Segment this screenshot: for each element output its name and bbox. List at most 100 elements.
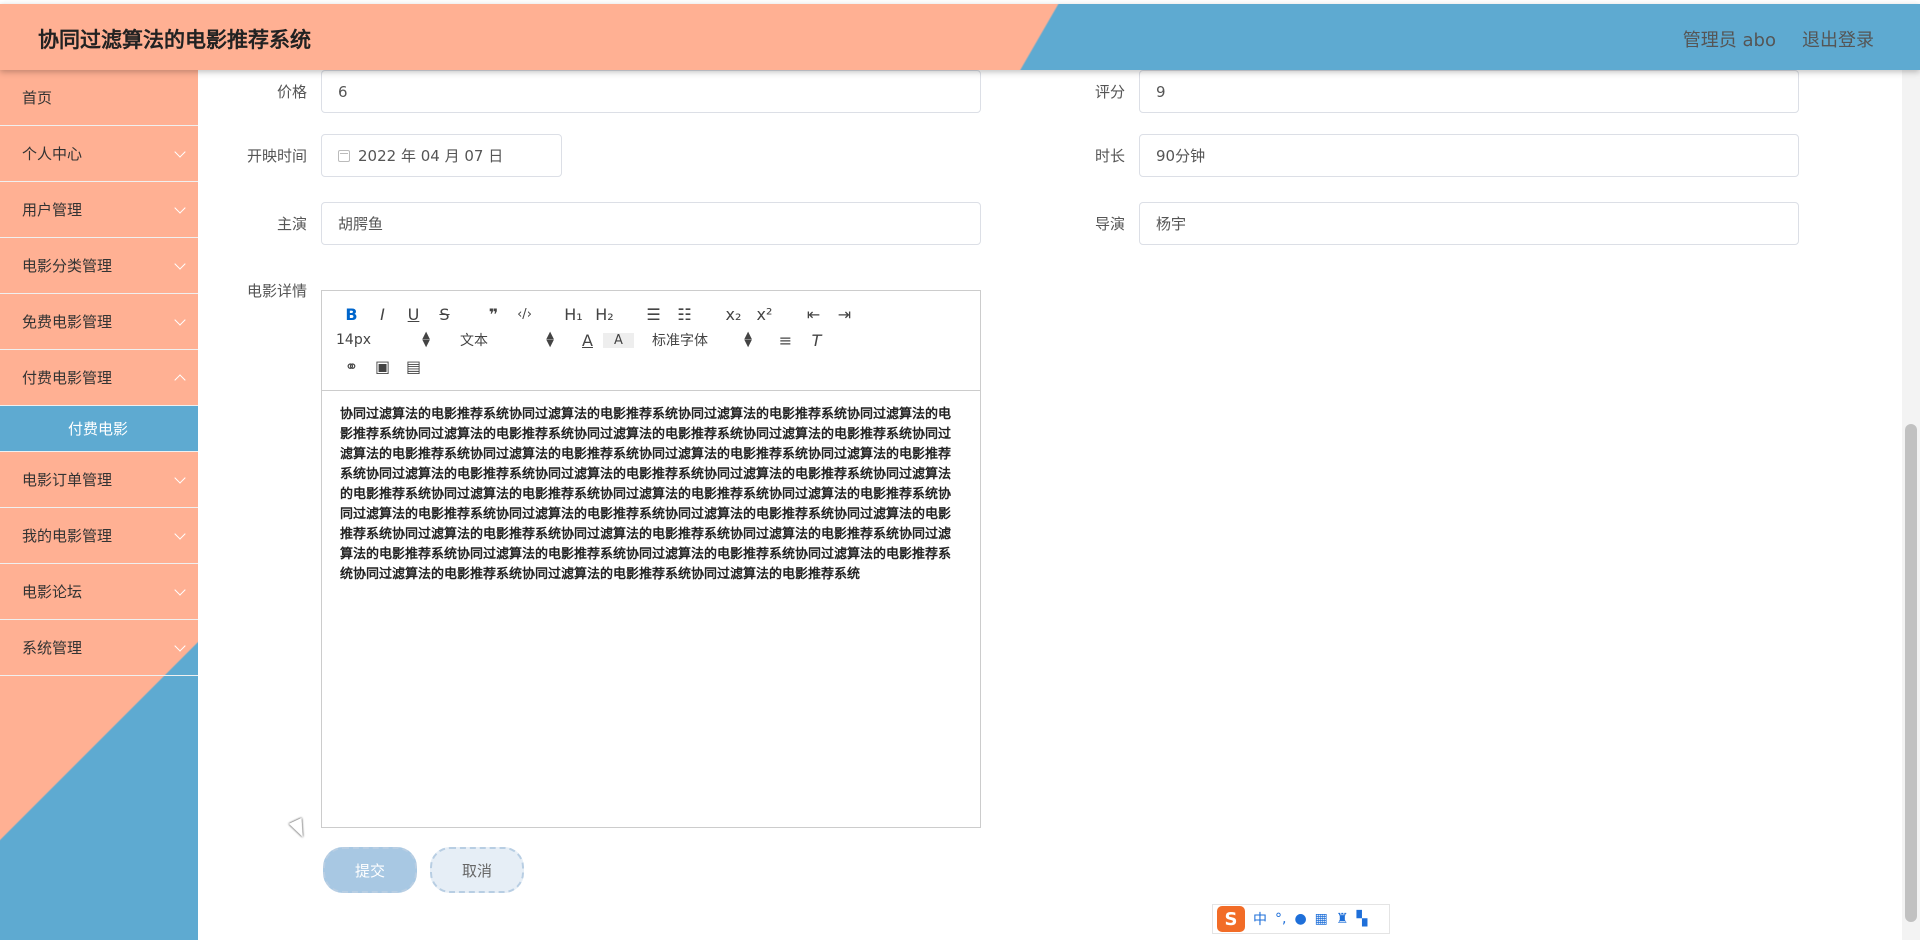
- cancel-button[interactable]: 取消: [430, 847, 524, 893]
- sidebar-item-label: 免费电影管理: [22, 313, 113, 331]
- h2-button[interactable]: H₂: [589, 305, 620, 324]
- sogou-logo-icon: S: [1217, 906, 1245, 932]
- sidebar-item-system[interactable]: 系统管理: [0, 620, 198, 676]
- top-header: 协同过滤算法的电影推荐系统 管理员 abo 退出登录: [0, 4, 1920, 70]
- price-input[interactable]: 6: [321, 70, 981, 113]
- sidebar-item-users[interactable]: 用户管理: [0, 182, 198, 238]
- editor-toolbar: B I U S ❞ ‹/› H₁ H₂ ☰ ☷ x₂ x² ⇤ ⇥ 14px ▲…: [322, 291, 980, 391]
- blockquote-button[interactable]: ❞: [478, 305, 509, 324]
- details-label: 电影详情: [246, 282, 307, 300]
- chevron-down-icon: [174, 471, 186, 484]
- app-title: 协同过滤算法的电影推荐系统: [38, 28, 311, 52]
- superscript-button[interactable]: x²: [749, 305, 780, 324]
- actor-label: 主演: [276, 215, 307, 233]
- price-label: 价格: [276, 83, 307, 101]
- ime-toolbar[interactable]: S 中 °, ● ▦ ♜ ▚: [1212, 904, 1390, 934]
- select-arrows-icon: ▲ ▼: [744, 330, 752, 349]
- italic-button[interactable]: I: [367, 305, 398, 324]
- sidebar-item-label: 用户管理: [22, 201, 83, 219]
- video-icon[interactable]: ▤: [398, 357, 429, 376]
- ordered-list-button[interactable]: ☰: [638, 305, 669, 324]
- director-row: 导演 杨宇: [1029, 202, 1799, 245]
- sidebar-item-paid-movies[interactable]: 付费电影管理: [0, 350, 198, 406]
- sidebar-item-my-movies[interactable]: 我的电影管理: [0, 508, 198, 564]
- image-icon[interactable]: ▣: [367, 357, 398, 376]
- font-color-button[interactable]: A: [572, 331, 603, 350]
- toolbox-icon[interactable]: ▚: [1356, 911, 1367, 927]
- duration-row: 时长 90分钟: [1029, 134, 1799, 177]
- duration-input[interactable]: 90分钟: [1139, 134, 1799, 177]
- toolbar-row: 14px ▲ ▼ 文本 ▲ ▼ A A 标准字体 ▲ ▼ ≡ T: [336, 327, 966, 353]
- subscript-button[interactable]: x₂: [718, 305, 749, 324]
- sidebar-item-label: 付费电影管理: [22, 369, 113, 387]
- paragraph-select[interactable]: 文本 ▲ ▼: [460, 330, 554, 350]
- chevron-down-icon: [174, 313, 186, 326]
- duration-label: 时长: [1094, 147, 1125, 165]
- actor-input[interactable]: 胡腭鱼: [321, 202, 981, 245]
- score-label: 评分: [1094, 83, 1125, 101]
- logout-link[interactable]: 退出登录: [1802, 26, 1874, 52]
- punctuation-icon[interactable]: °,: [1275, 911, 1286, 927]
- score-row: 评分 9: [1029, 70, 1799, 113]
- sidebar: 首页 个人中心 用户管理 电影分类管理 免费电影管理 付费电影管理 付费电影 电…: [0, 70, 198, 940]
- strike-button[interactable]: S: [429, 305, 460, 324]
- keyboard-icon[interactable]: ▦: [1315, 911, 1328, 927]
- rich-text-editor: B I U S ❞ ‹/› H₁ H₂ ☰ ☷ x₂ x² ⇤ ⇥ 14px ▲…: [321, 290, 981, 828]
- vertical-scrollbar[interactable]: [1902, 70, 1920, 940]
- sidebar-item-label: 电影论坛: [22, 583, 83, 601]
- ime-mode[interactable]: 中: [1253, 909, 1267, 929]
- actor-row: 主演 胡腭鱼: [211, 202, 981, 245]
- user-label: 管理员 abo: [1682, 30, 1776, 51]
- sidebar-item-categories[interactable]: 电影分类管理: [0, 238, 198, 294]
- chevron-up-icon: [174, 373, 186, 386]
- indent-icon[interactable]: ⇥: [829, 305, 860, 324]
- bullet-list-button[interactable]: ☷: [669, 305, 700, 324]
- toolbar-row: ⚭ ▣ ▤: [336, 353, 966, 379]
- clear-format-icon[interactable]: T: [801, 331, 832, 350]
- font-size-value: 14px: [336, 332, 371, 348]
- sidebar-item-personal-center[interactable]: 个人中心: [0, 126, 198, 182]
- main-form: 价格 6 评分 9 开映时间 2022 年 04 月 07 日 时长 90分钟 …: [198, 70, 1900, 940]
- release-date-value: 2022 年 04 月 07 日: [358, 147, 504, 165]
- sidebar-item-forum[interactable]: 电影论坛: [0, 564, 198, 620]
- release-row: 开映时间 2022 年 04 月 07 日: [211, 134, 562, 177]
- director-input[interactable]: 杨宇: [1139, 202, 1799, 245]
- code-block-button[interactable]: ‹/›: [509, 307, 540, 322]
- font-family-value: 标准字体: [652, 333, 708, 349]
- underline-button[interactable]: U: [398, 305, 429, 324]
- submit-button[interactable]: 提交: [323, 847, 417, 893]
- sidebar-item-label: 我的电影管理: [22, 527, 113, 545]
- editor-content[interactable]: 协同过滤算法的电影推荐系统协同过滤算法的电影推荐系统协同过滤算法的电影推荐系统协…: [322, 391, 980, 599]
- scrollbar-thumb[interactable]: [1905, 424, 1917, 922]
- chevron-down-icon: [174, 583, 186, 596]
- skin-icon[interactable]: ♜: [1336, 911, 1349, 927]
- score-input[interactable]: 9: [1139, 70, 1799, 113]
- toolbar-row: B I U S ❞ ‹/› H₁ H₂ ☰ ☷ x₂ x² ⇤ ⇥: [336, 301, 966, 327]
- chevron-down-icon: [174, 201, 186, 214]
- sidebar-item-label: 个人中心: [22, 145, 83, 163]
- link-icon[interactable]: ⚭: [336, 357, 367, 376]
- sidebar-item-home[interactable]: 首页: [0, 70, 198, 126]
- paragraph-value: 文本: [460, 333, 488, 349]
- align-icon[interactable]: ≡: [770, 331, 801, 350]
- sidebar-item-free-movies[interactable]: 免费电影管理: [0, 294, 198, 350]
- sidebar-item-orders[interactable]: 电影订单管理: [0, 452, 198, 508]
- font-family-select[interactable]: 标准字体 ▲ ▼: [652, 330, 752, 350]
- price-row: 价格 6: [211, 70, 981, 113]
- bold-button[interactable]: B: [336, 305, 367, 324]
- sidebar-item-label: 系统管理: [22, 639, 83, 657]
- chevron-down-icon: [174, 639, 186, 652]
- chevron-down-icon: [174, 527, 186, 540]
- sidebar-item-label: 电影订单管理: [22, 471, 113, 489]
- chevron-down-icon: [174, 257, 186, 270]
- background-color-button[interactable]: A: [603, 332, 634, 348]
- microphone-icon[interactable]: ●: [1294, 911, 1306, 927]
- outdent-icon[interactable]: ⇤: [798, 305, 829, 324]
- release-date-picker[interactable]: 2022 年 04 月 07 日: [321, 134, 562, 177]
- select-arrows-icon: ▲ ▼: [546, 330, 554, 349]
- calendar-icon: [338, 149, 350, 162]
- h1-button[interactable]: H₁: [558, 305, 589, 324]
- sidebar-item-label: 首页: [22, 89, 53, 107]
- font-size-select[interactable]: 14px ▲ ▼: [336, 331, 430, 349]
- sidebar-subitem-paid-movie[interactable]: 付费电影: [0, 406, 198, 452]
